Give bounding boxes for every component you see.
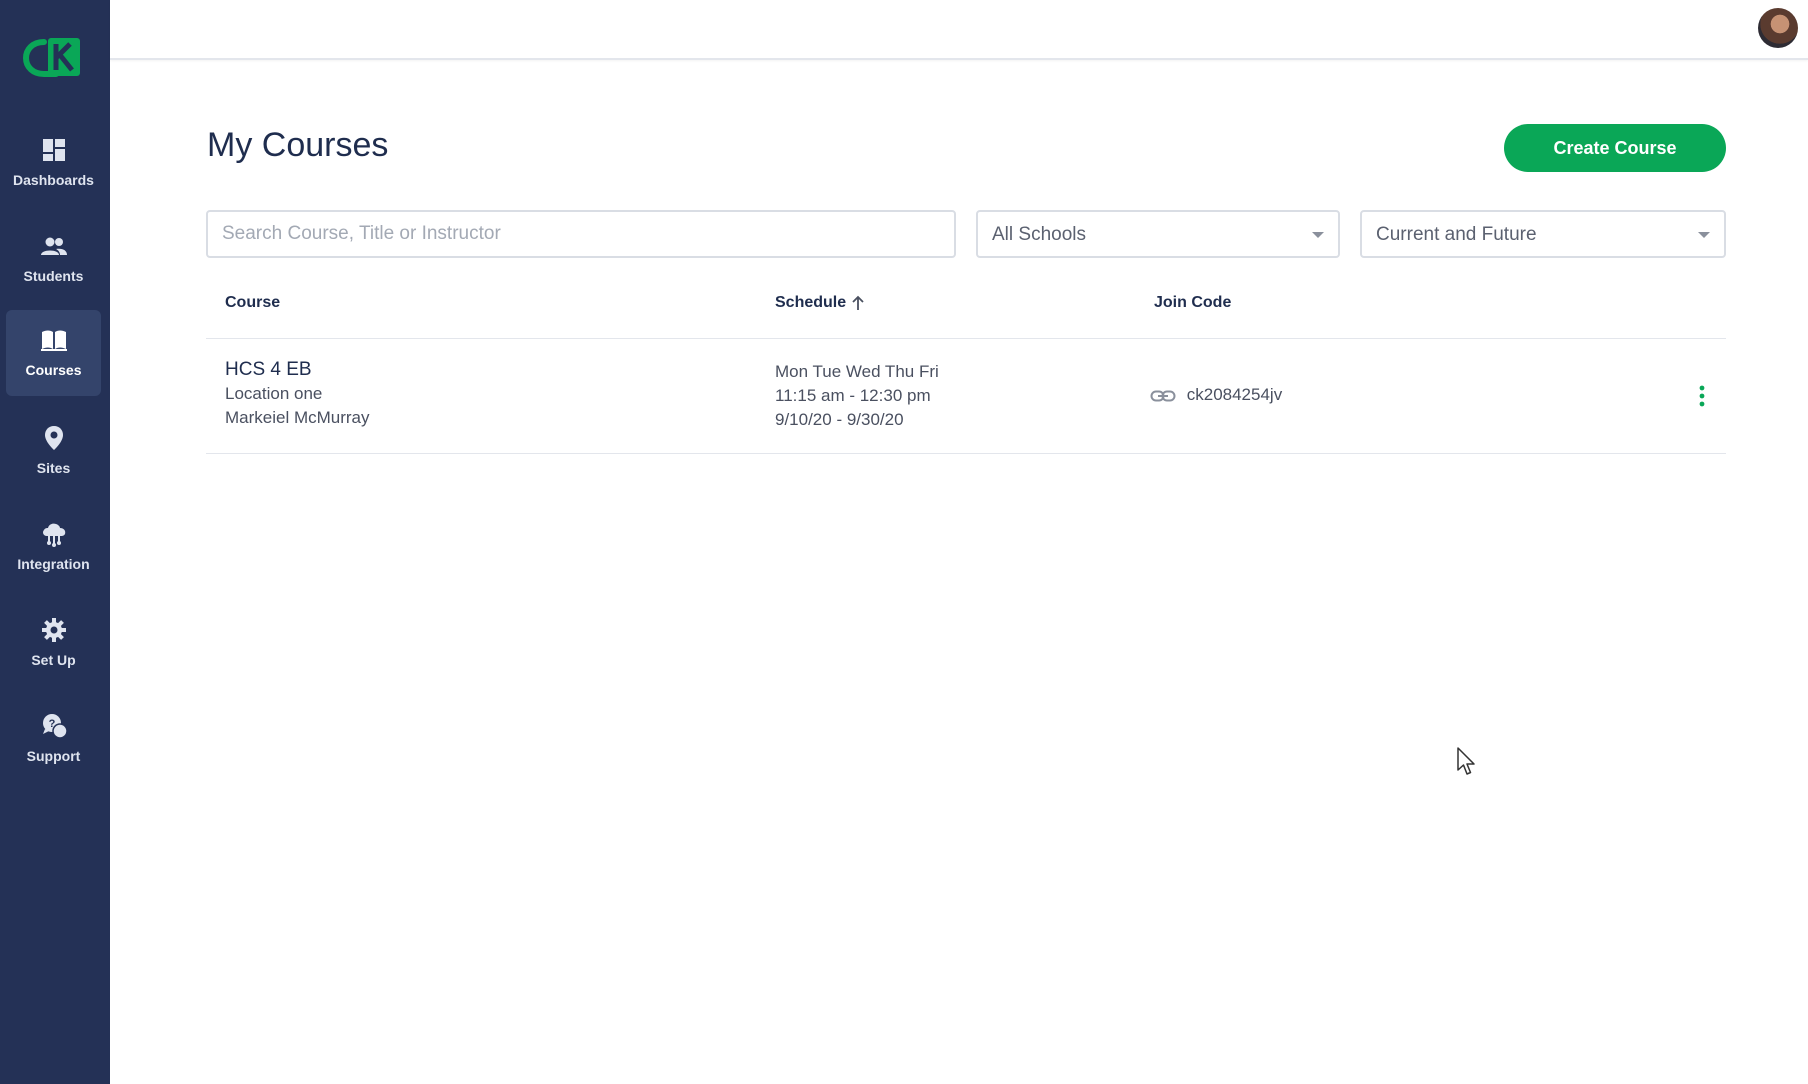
course-location: Location one [225, 384, 323, 403]
schedule-dates: 9/10/20 - 9/30/20 [775, 410, 904, 429]
sidebar-item-sites[interactable]: Sites [6, 408, 101, 494]
course-title[interactable]: HCS 4 EB [225, 358, 370, 382]
help-chat-icon: ? [42, 714, 68, 739]
top-bar [110, 0, 1808, 60]
sidebar-item-students[interactable]: Students [6, 216, 101, 302]
date-filter-value: Current and Future [1376, 224, 1537, 245]
sidebar-item-label: Dashboards [13, 172, 94, 188]
school-filter-select[interactable]: All Schools [976, 210, 1340, 258]
svg-text:?: ? [48, 718, 55, 730]
sort-ascending-icon [852, 295, 864, 310]
create-course-button[interactable]: Create Course [1504, 124, 1726, 172]
course-cell: HCS 4 EB Location one Markeiel McMurray [225, 358, 370, 430]
column-header-join-code[interactable]: Join Code [1154, 294, 1231, 312]
search-input[interactable] [206, 210, 956, 258]
chevron-down-icon [1698, 232, 1710, 238]
sidebar-item-setup[interactable]: Set Up [6, 600, 101, 686]
sidebar-item-label: Integration [17, 556, 90, 572]
schedule-days: Mon Tue Wed Thu Fri [775, 362, 939, 381]
page-title: My Courses [207, 126, 389, 164]
sidebar-item-support[interactable]: ? Support [6, 696, 101, 782]
avatar[interactable] [1758, 8, 1798, 48]
dashboard-icon [42, 139, 65, 161]
date-filter-select[interactable]: Current and Future [1360, 210, 1726, 258]
column-header-schedule[interactable]: Schedule [775, 294, 866, 312]
location-pin-icon [44, 426, 63, 450]
people-icon [40, 237, 67, 255]
link-icon [1150, 390, 1176, 402]
column-header-schedule-label: Schedule [775, 294, 847, 312]
sidebar-item-label: Courses [25, 362, 82, 378]
sidebar-item-label: Set Up [31, 652, 76, 668]
table-divider [206, 338, 1726, 339]
join-code: ck2084254jv [1186, 385, 1283, 404]
sidebar-item-courses[interactable]: Courses [6, 310, 101, 396]
join-code-cell[interactable]: ck2084254jv [1150, 383, 1282, 407]
more-options-icon[interactable] [1692, 383, 1712, 409]
sidebar-item-integration[interactable]: Integration [6, 504, 101, 590]
mouse-cursor-icon [1457, 747, 1475, 775]
sidebar-item-label: Students [23, 268, 84, 284]
sidebar-item-label: Sites [36, 460, 71, 476]
sidebar-item-dashboards[interactable]: Dashboards [6, 120, 101, 206]
chevron-down-icon [1312, 232, 1324, 238]
sidebar: Dashboards Students Courses Sites Integr… [0, 0, 110, 1084]
sidebar-item-label: Support [26, 748, 81, 764]
ck-logo[interactable] [22, 34, 84, 80]
column-header-course[interactable]: Course [225, 294, 280, 312]
schedule-time: 11:15 am - 12:30 pm [775, 386, 931, 405]
book-icon [40, 330, 67, 351]
school-filter-value: All Schools [992, 224, 1086, 245]
table-divider [206, 453, 1726, 454]
cloud-network-icon [42, 523, 65, 547]
gear-icon [41, 618, 66, 642]
course-instructor: Markeiel McMurray [225, 408, 370, 427]
schedule-cell: Mon Tue Wed Thu Fri 11:15 am - 12:30 pm … [775, 360, 939, 432]
